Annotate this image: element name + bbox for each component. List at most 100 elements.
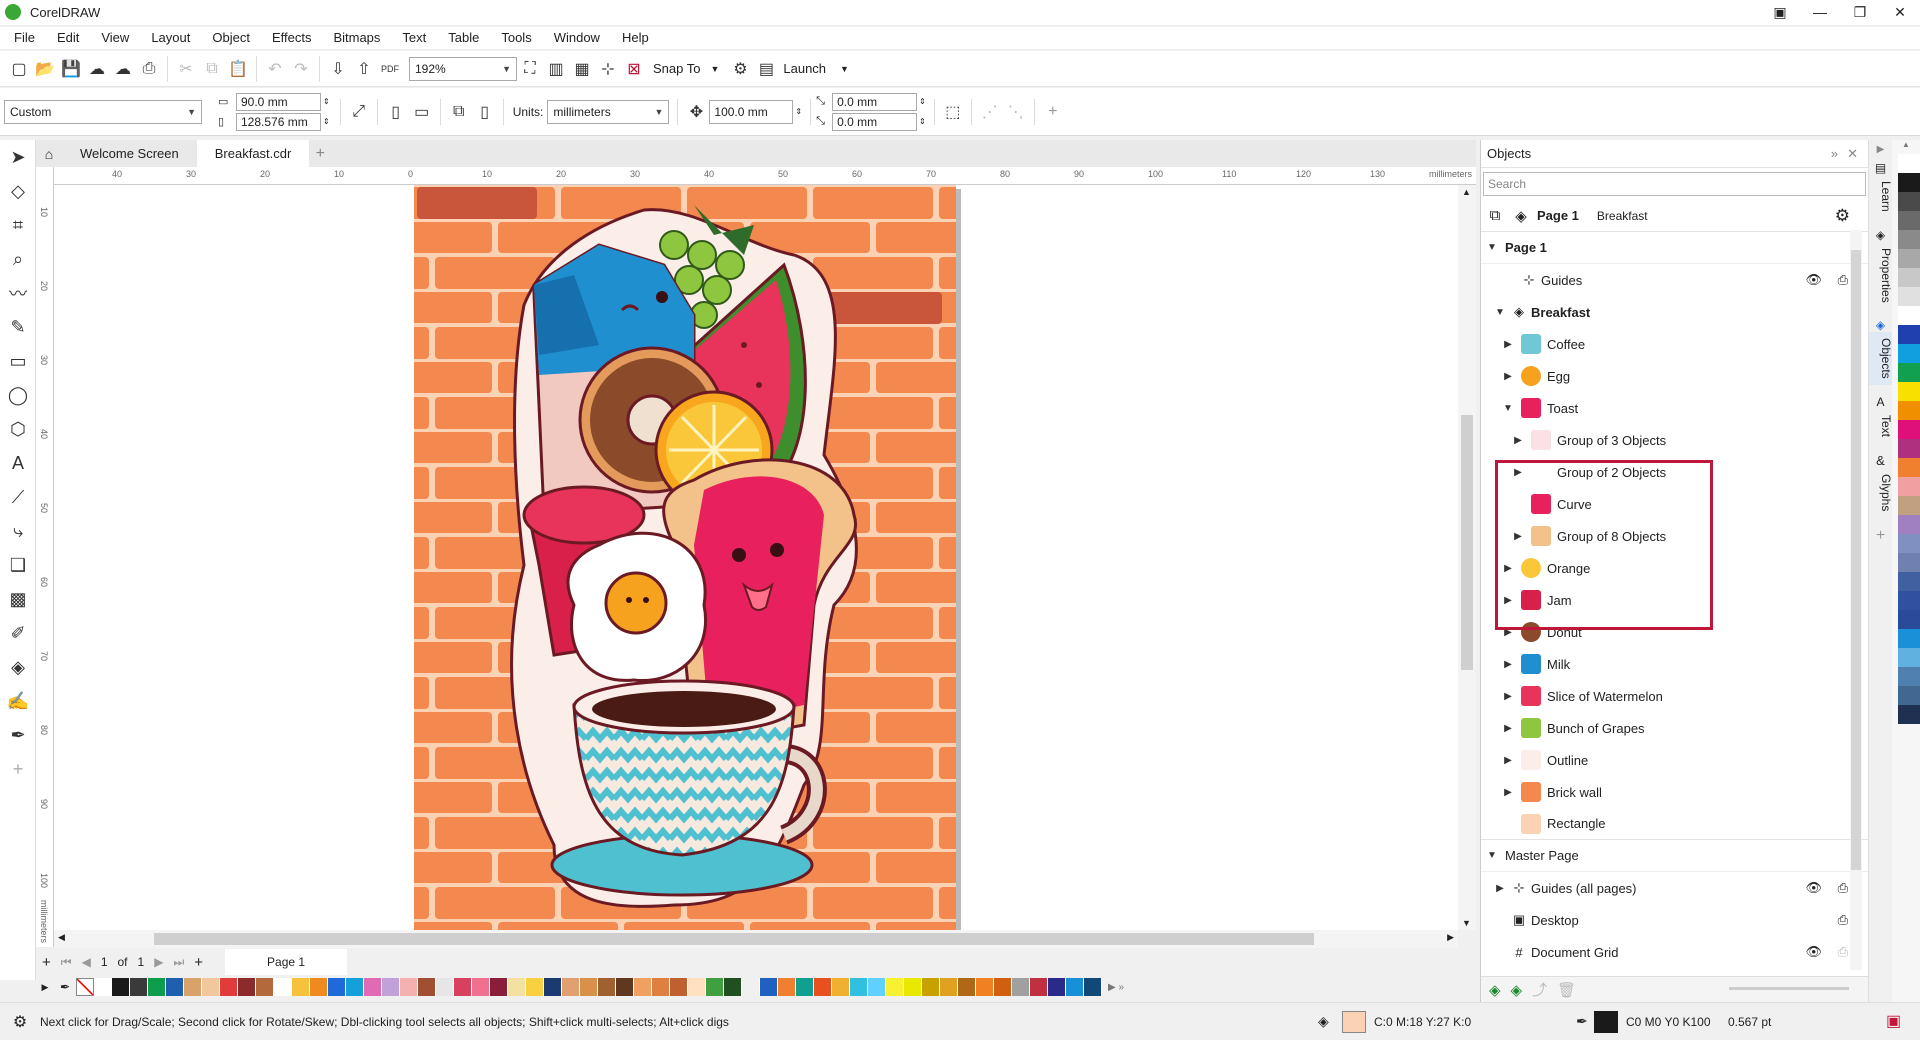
color-swatch[interactable] [1898,458,1920,477]
artwork[interactable] [54,185,1458,930]
settings-gear-icon[interactable]: ⚙ [0,1012,40,1032]
palette-scroll-left-icon[interactable]: ▶ [36,982,54,993]
menu-table[interactable]: Table [437,27,490,49]
close-button[interactable]: ✕ [1880,0,1920,25]
color-swatch[interactable] [544,978,562,996]
scroll-left-icon[interactable]: ◀ [58,932,65,943]
color-swatch[interactable] [796,978,814,996]
rulers-icon[interactable]: ▥ [543,56,569,82]
tree-toast[interactable]: ▼ Toast [1481,392,1868,424]
collapse-docker-icon[interactable]: » [1831,140,1838,168]
color-swatch[interactable] [1898,249,1920,268]
zoom-level-combo[interactable]: 192% ▼ [409,56,517,81]
docker-scroll-thumb[interactable] [1851,250,1861,870]
units-combo[interactable]: millimeters ▼ [547,99,670,124]
menu-view[interactable]: View [90,27,140,49]
color-swatch[interactable] [1898,268,1920,287]
expand-icon[interactable]: ▶ [1501,755,1515,766]
export-icon[interactable]: ⇧ [351,56,377,82]
spinner-icon[interactable]: ⇕ [323,117,330,126]
color-swatch[interactable] [1898,173,1920,192]
minimize-button[interactable]: — [1800,0,1840,25]
size-all-pages-icon[interactable]: ⤢ [346,99,372,125]
full-screen-icon[interactable]: ⛶ [517,56,543,82]
duplicate-y-field[interactable]: 0.0 mm [832,112,918,131]
first-page-icon[interactable]: ⏮ [61,955,72,970]
menu-text[interactable]: Text [391,27,437,49]
tree-outline[interactable]: ▶ Outline [1481,744,1868,776]
last-page-icon[interactable]: ⏭ [173,955,184,970]
tree-master-page[interactable]: ▼ Master Page [1481,840,1868,872]
expand-icon[interactable]: ▶ [1511,435,1525,446]
publish-pdf-icon[interactable]: PDF [377,56,403,82]
eyedropper-icon[interactable]: ✐ [0,616,36,650]
color-swatch[interactable] [1898,211,1920,230]
menu-bitmaps[interactable]: Bitmaps [322,27,391,49]
color-swatch[interactable] [670,978,688,996]
color-swatch[interactable] [256,978,274,996]
menu-edit[interactable]: Edit [46,27,90,49]
tree-egg[interactable]: ▶ Egg [1481,360,1868,392]
outline-pen-icon[interactable]: ✒ [0,718,36,752]
menu-window[interactable]: Window [543,27,611,49]
color-swatch[interactable] [688,978,706,996]
expand-icon[interactable]: ▶ [1493,883,1507,894]
snap-radius-icon[interactable]: ⋰ [977,99,1003,125]
open-icon[interactable]: 📂 [32,56,58,82]
tree-coffee[interactable]: ▶ Coffee [1481,328,1868,360]
printable-icon[interactable]: ⎙ [1838,912,1848,928]
cut-icon[interactable]: ✂ [173,56,199,82]
smart-fill-icon[interactable]: ✍ [0,684,36,718]
color-swatch[interactable] [598,978,616,996]
horizontal-scroll-thumb[interactable] [154,933,1314,945]
color-swatch[interactable] [490,978,508,996]
zoom-tool-icon[interactable]: ⌕ [0,242,36,276]
menu-tools[interactable]: Tools [490,27,542,49]
horizontal-ruler[interactable]: 40 30 20 10 0 10 20 30 40 50 60 70 80 90 100 110 120 130 m… [54,167,1476,185]
snap-distance-icon[interactable]: ⋱ [1003,99,1029,125]
color-swatch[interactable] [1898,439,1920,458]
expand-icon[interactable]: ▼ [1485,242,1499,253]
color-swatch[interactable] [418,978,436,996]
color-swatch[interactable] [814,978,832,996]
next-page-icon[interactable]: ▶ [154,955,163,969]
tree-milk[interactable]: ▶ Milk [1481,648,1868,680]
add-icon[interactable]: + [1040,99,1066,125]
fill-color-swatch[interactable] [1342,1011,1366,1033]
home-icon[interactable]: ⌂ [36,146,62,162]
expand-icon[interactable]: ▶ [1501,339,1515,350]
snap-off-icon[interactable]: ⊠ [621,56,647,82]
maximize-button[interactable]: ❐ [1840,0,1880,25]
launch-button[interactable]: Launch [783,61,826,76]
color-swatch[interactable] [634,978,652,996]
color-swatch[interactable] [706,978,724,996]
color-swatch[interactable] [1898,629,1920,648]
menu-effects[interactable]: Effects [261,27,323,49]
expand-icon[interactable]: ▶ [1501,371,1515,382]
drop-shadow-icon[interactable]: ❑ [0,548,36,582]
expand-icon[interactable]: ▶ [1501,659,1515,670]
add-tool-icon[interactable]: + [0,752,36,786]
color-swatch[interactable] [292,978,310,996]
color-swatch[interactable] [400,978,418,996]
menu-object[interactable]: Object [201,27,261,49]
color-swatch[interactable] [1030,978,1048,996]
nudge-distance-field[interactable]: 100.0 mm [709,99,794,124]
chevron-down-icon[interactable]: ▼ [840,64,849,74]
tab-text[interactable]: Text [1869,409,1893,443]
prev-page-icon[interactable]: ◀ [82,955,91,969]
expand-icon[interactable]: ▶ [1501,723,1515,734]
color-swatch[interactable] [958,978,976,996]
thumbnail-size-slider[interactable] [1729,987,1849,990]
color-swatch[interactable] [310,978,328,996]
artistic-media-icon[interactable]: ✎ [0,310,36,344]
printable-icon[interactable]: ⎙ [1838,880,1848,896]
vertical-ruler[interactable]: 102030405060708090100110120millimeters [36,167,54,1036]
color-swatch[interactable] [202,978,220,996]
color-swatch[interactable] [1084,978,1102,996]
color-swatch[interactable] [1898,382,1920,401]
docker-options-gear-icon[interactable]: ⚙ [1835,206,1850,226]
color-proof-icon[interactable]: ▣ [1886,1011,1901,1031]
tab-glyphs[interactable]: Glyphs [1869,468,1893,517]
color-swatch[interactable] [886,978,904,996]
